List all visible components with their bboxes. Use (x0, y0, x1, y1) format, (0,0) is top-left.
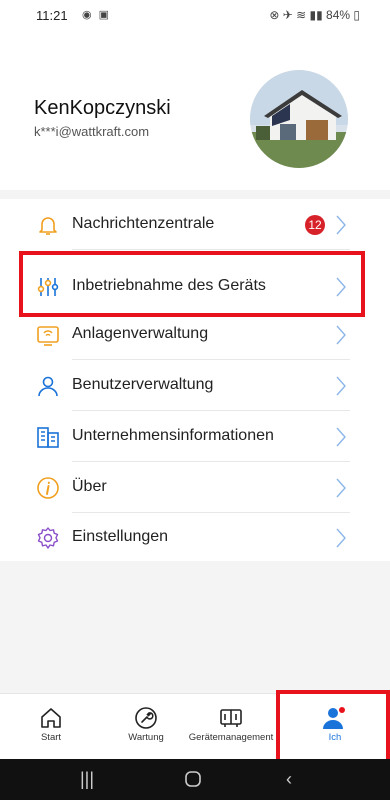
wrench-icon (135, 707, 157, 729)
chevron-right-icon (336, 427, 346, 447)
user-email: k***i@wattkraft.com (34, 124, 150, 139)
system-nav-bar: ||| ‹ (0, 759, 390, 800)
highlight-annotation (276, 690, 390, 763)
status-time: 11:21 (36, 8, 68, 23)
plant-monitor-icon (37, 326, 59, 346)
chevron-right-icon (336, 376, 346, 396)
menu-item-unternehmensinformationen[interactable]: Unternehmensinformationen (0, 411, 390, 462)
menu-label: Benutzerverwaltung (72, 376, 214, 393)
menu-label: Unternehmensinformationen (72, 427, 274, 444)
menu-item-ueber[interactable]: Über (0, 462, 390, 513)
tab-start[interactable]: Start (22, 694, 80, 760)
notification-icons: ◉ ▣ (82, 9, 112, 21)
home-button-icon[interactable] (184, 770, 202, 788)
menu-item-einstellungen[interactable]: Einstellungen (0, 512, 390, 563)
tab-label: Start (40, 732, 62, 743)
battery-icon: ▯ (350, 8, 360, 22)
tab-wartung[interactable]: Wartung (116, 694, 176, 760)
highlight-annotation (19, 251, 365, 317)
gear-icon (37, 527, 59, 549)
home-icon (41, 708, 61, 728)
menu-label: Anlagenverwaltung (72, 325, 209, 342)
menu-label: Einstellungen (72, 528, 169, 545)
status-bar: 11:21 ◉ ▣ ⊗ ✈ ≋ ▮▮ 84% ▯ (0, 0, 390, 32)
chevron-right-icon (336, 478, 346, 498)
chevron-right-icon (336, 215, 346, 235)
building-icon (37, 427, 59, 448)
recent-apps-icon[interactable]: ||| (80, 769, 94, 790)
avatar[interactable] (250, 70, 348, 168)
signal-icons: ⊗ ✈ ≋ ▮▮ (269, 8, 327, 22)
notification-badge: 12 (305, 215, 325, 235)
tab-label: Gerätemanagement (188, 732, 274, 743)
tab-label: Wartung (128, 732, 164, 743)
info-icon (37, 477, 59, 499)
menu-label: Nachrichtenzentrale (72, 215, 215, 232)
device-icon (220, 709, 242, 727)
house-photo-icon (250, 70, 348, 168)
battery-level: 84% (326, 8, 351, 22)
bell-icon (39, 217, 57, 235)
tab-geraetemanagement[interactable]: Gerätemanagement (180, 694, 282, 760)
chevron-right-icon (336, 528, 346, 548)
divider (72, 249, 350, 250)
back-icon[interactable]: ‹ (286, 769, 292, 790)
status-right: ⊗ ✈ ≋ ▮▮ 84% ▯ (269, 8, 360, 22)
user-name: KenKopczynski (34, 97, 171, 119)
menu-label: Über (72, 478, 107, 495)
menu-item-nachrichtenzentrale[interactable]: Nachrichtenzentrale 12 (0, 199, 390, 250)
menu-item-benutzerverwaltung[interactable]: Benutzerverwaltung (0, 360, 390, 411)
chevron-right-icon (336, 325, 346, 345)
user-icon (38, 376, 58, 397)
